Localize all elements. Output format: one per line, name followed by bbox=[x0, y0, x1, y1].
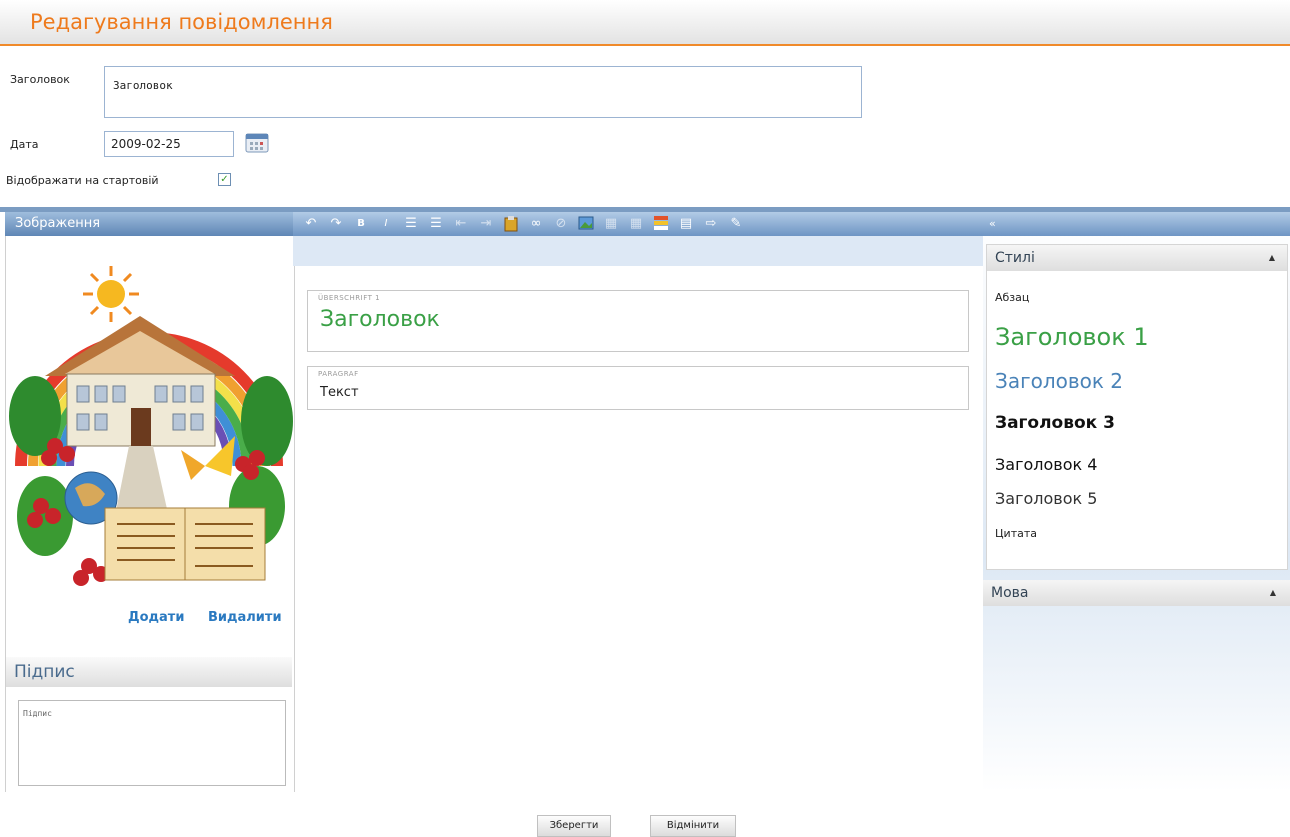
italic-icon[interactable]: I bbox=[378, 216, 394, 232]
collapse-arrow-icon[interactable]: ▲ bbox=[1269, 245, 1275, 271]
style-item[interactable]: Заголовок 5 bbox=[995, 489, 1097, 508]
save-button[interactable]: Зберегти bbox=[537, 815, 611, 837]
image-icon[interactable] bbox=[578, 216, 594, 232]
styles-panel-title: Стилі bbox=[995, 250, 1035, 266]
headline-input[interactable]: Заголовок bbox=[104, 66, 862, 118]
styles-panel-header[interactable]: Стилі ▲ bbox=[987, 245, 1287, 271]
startpage-checkbox[interactable]: ✓ bbox=[218, 173, 231, 186]
unlink-icon[interactable]: ⊘ bbox=[553, 216, 569, 232]
bold-icon[interactable]: B bbox=[353, 216, 369, 232]
page-header: Редагування повідомлення bbox=[0, 0, 1290, 46]
table-insert-icon[interactable]: ▦ bbox=[603, 216, 619, 232]
table-icon[interactable]: ▤ bbox=[678, 216, 694, 232]
redo-icon[interactable]: ↷ bbox=[328, 216, 344, 232]
headline-label: Заголовок bbox=[10, 73, 70, 86]
indent-icon[interactable]: ⇥ bbox=[478, 216, 494, 232]
date-label: Дата bbox=[10, 138, 39, 151]
paste-icon[interactable] bbox=[503, 216, 519, 232]
heading-block[interactable]: ÜBERSCHRIFT 1 Заголовок bbox=[307, 290, 969, 352]
eraser-icon[interactable]: ✎ bbox=[728, 216, 744, 232]
caption-input[interactable]: Підпис bbox=[18, 700, 286, 786]
heading-text[interactable]: Заголовок bbox=[320, 307, 440, 332]
language-panel-header[interactable]: Мова ▲ bbox=[983, 580, 1290, 606]
style-item[interactable]: Заголовок 2 bbox=[995, 369, 1123, 393]
date-input[interactable]: 2009-02-25 bbox=[104, 131, 234, 157]
calendar-icon[interactable] bbox=[244, 132, 270, 154]
startpage-label: Відображати на стартовій bbox=[6, 174, 159, 187]
block-type-label: PARAGRAF bbox=[318, 370, 359, 378]
paragraph-block[interactable]: PARAGRAF Текст bbox=[307, 366, 969, 410]
school-logo-image bbox=[5, 236, 293, 648]
styles-panel: Стилі ▲ Абзац Заголовок 1 Заголовок 2 За… bbox=[986, 244, 1288, 570]
table-delete-icon[interactable]: ▦ bbox=[628, 216, 644, 232]
style-item[interactable]: Цитата bbox=[995, 527, 1037, 540]
page-title: Редагування повідомлення bbox=[30, 10, 333, 34]
delete-image-link[interactable]: Видалити bbox=[208, 610, 282, 625]
link-icon[interactable]: ∞ bbox=[528, 216, 544, 232]
insert-field-icon[interactable]: ⇨ bbox=[703, 216, 719, 232]
color-icon[interactable] bbox=[653, 216, 669, 232]
editor-header-area bbox=[293, 236, 983, 266]
numbered-list-icon[interactable]: ☰ bbox=[403, 216, 419, 232]
bullet-list-icon[interactable]: ☰ bbox=[428, 216, 444, 232]
collapse-arrow-icon[interactable]: ▲ bbox=[1270, 580, 1276, 606]
style-item[interactable]: Заголовок 4 bbox=[995, 455, 1097, 474]
undo-icon[interactable]: ↶ bbox=[303, 216, 319, 232]
block-type-label: ÜBERSCHRIFT 1 bbox=[318, 294, 381, 302]
language-panel-title: Мова bbox=[991, 585, 1029, 601]
style-item[interactable]: Заголовок 1 bbox=[995, 323, 1149, 351]
style-item[interactable]: Заголовок 3 bbox=[995, 413, 1115, 433]
add-image-link[interactable]: Додати bbox=[128, 610, 184, 625]
caption-panel-title: Підпис bbox=[6, 657, 292, 687]
cancel-button[interactable]: Відмінити bbox=[650, 815, 736, 837]
editor-toolbar: ↶ ↷ B I ☰ ☰ ⇤ ⇥ ∞ ⊘ ▦ ▦ ▤ ⇨ ✎ bbox=[293, 212, 983, 236]
image-panel-title: Зображення bbox=[5, 212, 293, 236]
outdent-icon[interactable]: ⇤ bbox=[453, 216, 469, 232]
collapse-sidebar-button[interactable]: « bbox=[983, 212, 1290, 236]
paragraph-text[interactable]: Текст bbox=[320, 385, 359, 400]
style-item[interactable]: Абзац bbox=[995, 291, 1029, 304]
